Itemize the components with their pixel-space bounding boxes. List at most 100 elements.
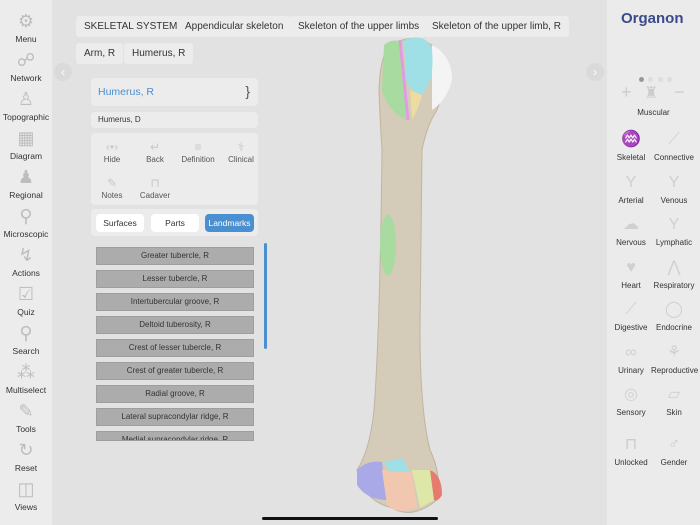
- minus-icon[interactable]: −: [674, 82, 685, 103]
- latin-name: Humerus, D: [98, 115, 141, 124]
- tool-label: Notes: [101, 191, 123, 200]
- skeletal-icon: ♒: [621, 131, 641, 148]
- nav-label: Menu: [15, 34, 37, 44]
- system-respiratory[interactable]: ⋀ Respiratory: [651, 255, 697, 290]
- nav-microscopic[interactable]: ⚲ Microscopic: [0, 205, 52, 239]
- gear-icon: ⚙: [17, 11, 35, 31]
- system-label: Connective: [653, 153, 695, 162]
- landmark-item[interactable]: Intertubercular groove, R: [96, 293, 254, 311]
- breadcrumb-appendicular[interactable]: Appendicular skeleton: [177, 16, 292, 37]
- back-button[interactable]: ↵ Back: [133, 139, 177, 164]
- notes-icon: ✎: [106, 176, 118, 190]
- nav-label: Reset: [14, 463, 38, 473]
- cadaver-button[interactable]: ⊓ Cadaver: [133, 175, 177, 200]
- prev-arrow[interactable]: ‹: [54, 63, 72, 81]
- nav-reset[interactable]: ↻ Reset: [0, 439, 52, 473]
- landmark-item[interactable]: Crest of greater tubercle, R: [96, 362, 254, 380]
- arterial-icon: Y: [625, 173, 637, 191]
- clinical-icon: ⚕: [237, 140, 245, 154]
- unlocked-button[interactable]: ⊓ Unlocked: [608, 432, 654, 467]
- notes-button[interactable]: ✎ Notes: [90, 175, 134, 200]
- reproductive-icon: ⚘: [666, 343, 682, 361]
- heart-icon: ♥: [626, 258, 636, 276]
- nav-topographic[interactable]: ♙ Topographic: [0, 88, 52, 122]
- list-scrollbar[interactable]: [264, 243, 267, 349]
- system-nervous[interactable]: ☁ Nervous: [608, 212, 654, 247]
- system-label: Reproductive: [651, 365, 699, 375]
- bone-icon[interactable]: }: [245, 83, 250, 99]
- system-reproductive[interactable]: ⚘ Reproductive: [651, 340, 699, 375]
- nav-diagram[interactable]: ▦ Diagram: [0, 127, 52, 161]
- system-arterial[interactable]: Y Arterial: [608, 170, 654, 205]
- network-icon: ☍: [16, 50, 36, 70]
- system-endocrine[interactable]: ◯ Endocrine: [651, 297, 697, 332]
- nav-actions[interactable]: ↯ Actions: [0, 244, 52, 278]
- breadcrumb-upper-limb-r[interactable]: Skeleton of the upper limb, R: [424, 16, 569, 37]
- system-lymphatic[interactable]: Y Lymphatic: [651, 212, 697, 247]
- breadcrumb-arm[interactable]: Arm, R: [76, 43, 124, 64]
- search-icon: ⚲: [19, 323, 33, 343]
- tool-label: Back: [146, 155, 164, 164]
- muscular-icon[interactable]: ♜: [644, 83, 658, 103]
- nav-tools[interactable]: ✎ Tools: [0, 400, 52, 434]
- skin-icon: ▱: [667, 386, 681, 403]
- landmark-item[interactable]: Crest of lesser tubercle, R: [96, 339, 254, 357]
- actions-icon: ↯: [18, 245, 34, 265]
- tab-surfaces[interactable]: Surfaces: [96, 214, 144, 232]
- tab-parts[interactable]: Parts: [151, 214, 199, 232]
- body-icon: ♙: [17, 89, 35, 109]
- diagram-icon: ▦: [17, 128, 35, 148]
- system-digestive[interactable]: ⟋ Digestive: [608, 297, 654, 332]
- system-sensory[interactable]: ◎ Sensory: [608, 382, 654, 417]
- plus-icon[interactable]: +: [621, 82, 632, 103]
- nav-multiselect[interactable]: ⁂ Multiselect: [0, 361, 52, 395]
- system-label: Respiratory: [653, 280, 695, 290]
- microscope-icon: ⚲: [19, 206, 33, 226]
- landmark-item[interactable]: Lesser tubercle, R: [96, 270, 254, 288]
- definition-button[interactable]: ≡ Definition: [176, 139, 220, 164]
- tool-label: Hide: [103, 155, 121, 164]
- nav-network[interactable]: ☍ Network: [0, 49, 52, 83]
- nav-views[interactable]: ◫ Views: [0, 478, 52, 512]
- clinical-button[interactable]: ⚕ Clinical: [219, 139, 263, 164]
- cadaver-icon: ⊓: [150, 176, 160, 190]
- nav-label: Regional: [9, 190, 43, 200]
- breadcrumb-humerus[interactable]: Humerus, R: [124, 43, 194, 64]
- system-heart[interactable]: ♥ Heart: [608, 255, 654, 290]
- system-label: Heart: [621, 280, 641, 290]
- hide-button[interactable]: ‹•› Hide: [90, 139, 134, 164]
- landmark-item[interactable]: Deltoid tuberosity, R: [96, 316, 254, 334]
- tab-landmarks[interactable]: Landmarks: [205, 214, 254, 232]
- tool-label: Clinical: [228, 155, 254, 164]
- humerus-model[interactable]: [342, 30, 462, 520]
- gender-button[interactable]: ♂ Gender: [651, 432, 697, 467]
- system-skin[interactable]: ▱ Skin: [651, 382, 697, 417]
- system-skeletal[interactable]: ♒ Skeletal: [608, 127, 654, 162]
- reset-icon: ↻: [18, 440, 34, 460]
- next-arrow[interactable]: ›: [586, 63, 604, 81]
- connective-icon: ⟋: [668, 131, 680, 148]
- system-venous[interactable]: Y Venous: [651, 170, 697, 205]
- nav-label: Actions: [12, 268, 40, 278]
- nav-label: Quiz: [17, 307, 35, 317]
- system-urinary[interactable]: ∞ Urinary: [608, 340, 654, 375]
- system-label: Digestive: [614, 323, 648, 332]
- landmark-item[interactable]: Medial supracondylar ridge, R: [96, 431, 254, 441]
- right-panel: Organon + ♜ − Muscular ♒ Skeletal ⟋ Connect…: [607, 0, 700, 525]
- nervous-icon: ☁: [623, 216, 639, 233]
- landmark-item[interactable]: Greater tubercle, R: [96, 247, 254, 265]
- nav-quiz[interactable]: ☑ Quiz: [0, 283, 52, 317]
- system-label: Skeletal: [616, 153, 646, 162]
- tool-label: Definition: [181, 155, 215, 164]
- quiz-icon: ☑: [17, 284, 35, 304]
- landmark-item[interactable]: Radial groove, R: [96, 385, 254, 403]
- nav-label: Network: [10, 73, 42, 83]
- nav-menu[interactable]: ⚙ Menu: [0, 10, 52, 44]
- landmark-item[interactable]: Lateral supracondylar ridge, R: [96, 408, 254, 426]
- breadcrumb-skeletal-system[interactable]: SKELETAL SYSTEM: [76, 16, 186, 37]
- system-connective[interactable]: ⟋ Connective: [651, 127, 697, 162]
- breadcrumb-upper-limbs[interactable]: Skeleton of the upper limbs: [290, 16, 428, 37]
- back-icon: ↵: [149, 140, 161, 154]
- nav-regional[interactable]: ♟ Regional: [0, 166, 52, 200]
- nav-search[interactable]: ⚲ Search: [0, 322, 52, 356]
